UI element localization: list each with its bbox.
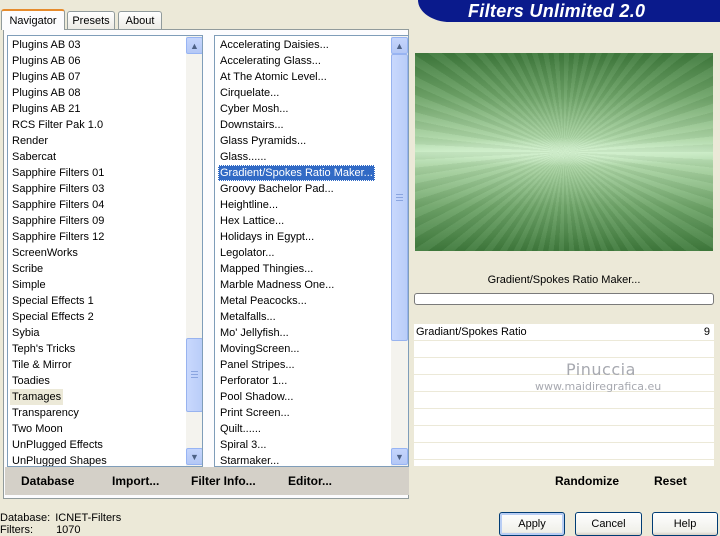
filter-list-item[interactable]: Quilt...... bbox=[218, 421, 263, 437]
scroll-up-arrow-icon[interactable]: ▲ bbox=[391, 37, 408, 54]
filter-list-item[interactable]: Downstairs... bbox=[218, 117, 286, 133]
category-list-item[interactable]: Plugins AB 07 bbox=[10, 69, 83, 85]
status-database-label: Database: bbox=[0, 512, 51, 524]
tab-navigator[interactable]: Navigator bbox=[1, 9, 65, 30]
tab-presets[interactable]: Presets bbox=[67, 11, 115, 29]
category-list-item[interactable]: Sapphire Filters 03 bbox=[10, 181, 106, 197]
filter-scroll-thumb[interactable] bbox=[391, 54, 408, 341]
filter-list-item[interactable]: Cyber Mosh... bbox=[218, 101, 290, 117]
filter-list-item[interactable]: Gradient/Spokes Ratio Maker... bbox=[218, 165, 375, 181]
category-list-item[interactable]: Special Effects 2 bbox=[10, 309, 96, 325]
category-list-item[interactable]: Special Effects 1 bbox=[10, 293, 96, 309]
param-label: Gradiant/Spokes Ratio bbox=[416, 326, 527, 338]
category-list-item[interactable]: Sybia bbox=[10, 325, 42, 341]
filter-list-item[interactable]: At The Atomic Level... bbox=[218, 69, 329, 85]
filter-list-item[interactable]: Glass Pyramids... bbox=[218, 133, 308, 149]
param-row[interactable]: Gradiant/Spokes Ratio 9 bbox=[414, 324, 714, 341]
filter-list-item[interactable]: Heightline... bbox=[218, 197, 280, 213]
category-scrollbar[interactable]: ▲ ▼ bbox=[186, 36, 202, 466]
filter-list-item[interactable]: Legolator... bbox=[218, 245, 276, 261]
filter-list-item[interactable]: Mo' Jellyfish... bbox=[218, 325, 291, 341]
param-row-empty bbox=[414, 426, 714, 443]
filter-list-item[interactable]: Spiral 3... bbox=[218, 437, 268, 453]
param-row-empty bbox=[414, 392, 714, 409]
param-row-empty bbox=[414, 443, 714, 460]
category-list-item[interactable]: Plugins AB 21 bbox=[10, 101, 83, 117]
category-list-item[interactable]: Sapphire Filters 12 bbox=[10, 229, 106, 245]
category-list-item[interactable]: Tramages bbox=[10, 389, 64, 405]
category-list-item[interactable]: Render bbox=[10, 133, 50, 149]
filter-list-item[interactable]: Holidays in Egypt... bbox=[218, 229, 316, 245]
param-value: 9 bbox=[703, 326, 710, 338]
category-list-item[interactable]: Sapphire Filters 01 bbox=[10, 165, 106, 181]
import-button[interactable]: Import... bbox=[112, 474, 159, 488]
filter-list-item[interactable]: Cirquelate... bbox=[218, 85, 281, 101]
filter-info-button[interactable]: Filter Info... bbox=[191, 474, 256, 488]
scroll-down-arrow-icon[interactable]: ▼ bbox=[391, 448, 408, 465]
category-list-item[interactable]: Plugins AB 03 bbox=[10, 37, 83, 53]
watermark-name: Pinuccia bbox=[566, 360, 636, 379]
category-list-item[interactable]: Sapphire Filters 04 bbox=[10, 197, 106, 213]
watermark-site: www.maidiregrafica.eu bbox=[535, 380, 662, 393]
category-list-item[interactable]: Teph's Tricks bbox=[10, 341, 77, 357]
app-title: Filters Unlimited 2.0 bbox=[468, 1, 646, 21]
category-list-item[interactable]: Sabercat bbox=[10, 149, 58, 165]
status-filters: Filters: 1070 bbox=[0, 524, 81, 536]
filter-list-item[interactable]: Print Screen... bbox=[218, 405, 292, 421]
preview-image bbox=[415, 53, 713, 251]
category-list-item[interactable]: RCS Filter Pak 1.0 bbox=[10, 117, 105, 133]
filter-list-item[interactable]: Starmaker... bbox=[218, 453, 281, 466]
param-row-empty bbox=[414, 341, 714, 358]
category-list-item[interactable]: UnPlugged Effects bbox=[10, 437, 105, 453]
progress-bar bbox=[414, 293, 714, 305]
filter-list[interactable]: Accelerating Daisies... Accelerating Glas… bbox=[214, 35, 409, 467]
status-filters-label: Filters: bbox=[0, 524, 33, 536]
reset-button[interactable]: Reset bbox=[654, 474, 687, 488]
category-list-item[interactable]: ScreenWorks bbox=[10, 245, 80, 261]
category-list-item[interactable]: Scribe bbox=[10, 261, 45, 277]
apply-button[interactable]: Apply bbox=[499, 512, 565, 536]
status-database-value: ICNET-Filters bbox=[55, 512, 122, 524]
category-list-item[interactable]: Sapphire Filters 09 bbox=[10, 213, 106, 229]
selected-filter-name: Gradient/Spokes Ratio Maker... bbox=[414, 270, 714, 290]
filter-list-item[interactable]: Marble Madness One... bbox=[218, 277, 336, 293]
category-list-item[interactable]: UnPlugged Shapes bbox=[10, 453, 109, 466]
editor-button[interactable]: Editor... bbox=[288, 474, 332, 488]
status-database: Database: ICNET-Filters bbox=[0, 512, 121, 524]
param-row-empty bbox=[414, 409, 714, 426]
category-list[interactable]: Plugins AB 03 Plugins AB 06 Plugins AB 07 P… bbox=[7, 35, 203, 467]
randomize-button[interactable]: Randomize bbox=[555, 474, 619, 488]
filter-list-item[interactable]: Accelerating Glass... bbox=[218, 53, 323, 69]
category-list-item[interactable]: Plugins AB 06 bbox=[10, 53, 83, 69]
filter-list-item[interactable]: Panel Stripes... bbox=[218, 357, 297, 373]
filter-list-item[interactable]: Mapped Thingies... bbox=[218, 261, 315, 277]
category-list-item[interactable]: Transparency bbox=[10, 405, 81, 421]
tab-about[interactable]: About bbox=[118, 11, 162, 29]
parameter-area: Gradiant/Spokes Ratio 9 bbox=[414, 324, 714, 466]
database-button[interactable]: Database bbox=[21, 474, 74, 488]
category-list-item[interactable]: Tile & Mirror bbox=[10, 357, 73, 373]
scroll-up-arrow-icon[interactable]: ▲ bbox=[186, 37, 202, 54]
filter-scrollbar[interactable]: ▲ ▼ bbox=[391, 36, 408, 466]
filter-list-item[interactable]: Perforator 1... bbox=[218, 373, 289, 389]
scroll-down-arrow-icon[interactable]: ▼ bbox=[186, 448, 202, 465]
category-scroll-thumb[interactable] bbox=[186, 338, 202, 412]
filter-list-item[interactable]: Metal Peacocks... bbox=[218, 293, 309, 309]
category-list-item[interactable]: Toadies bbox=[10, 373, 52, 389]
filter-list-item[interactable]: Groovy Bachelor Pad... bbox=[218, 181, 336, 197]
category-list-item[interactable]: Two Moon bbox=[10, 421, 65, 437]
filter-list-item[interactable]: Accelerating Daisies... bbox=[218, 37, 331, 53]
param-row-empty bbox=[414, 358, 714, 375]
filter-list-item[interactable]: Pool Shadow... bbox=[218, 389, 295, 405]
filter-list-item[interactable]: Metalfalls... bbox=[218, 309, 278, 325]
status-filters-value: 1070 bbox=[56, 524, 81, 536]
filter-list-item[interactable]: Glass...... bbox=[218, 149, 268, 165]
category-list-item[interactable]: Simple bbox=[10, 277, 48, 293]
category-list-item[interactable]: Plugins AB 08 bbox=[10, 85, 83, 101]
filter-list-item[interactable]: MovingScreen... bbox=[218, 341, 301, 357]
filter-list-item[interactable]: Hex Lattice... bbox=[218, 213, 286, 229]
cancel-button[interactable]: Cancel bbox=[575, 512, 642, 536]
help-button[interactable]: Help bbox=[652, 512, 718, 536]
